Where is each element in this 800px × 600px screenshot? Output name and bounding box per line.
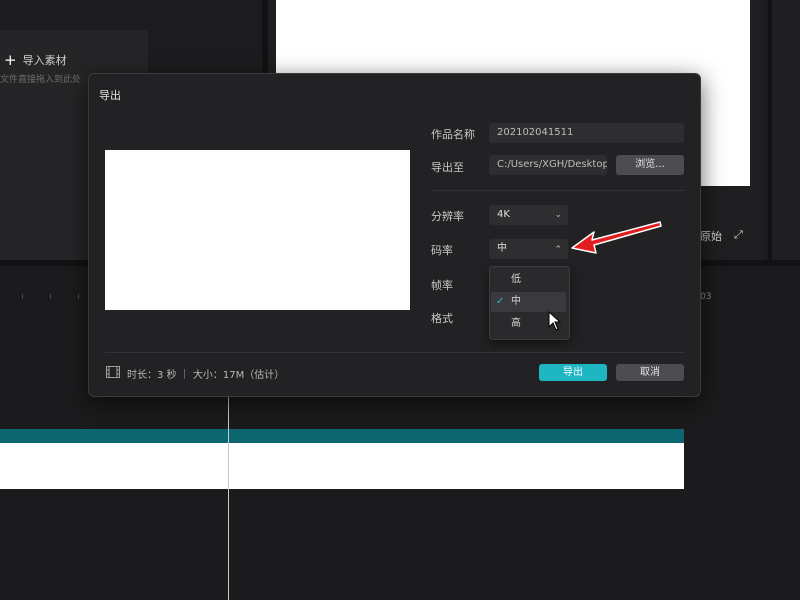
chevron-down-icon: ⌄ xyxy=(554,210,562,220)
annotation-arrow-icon xyxy=(571,221,662,254)
import-media-label: 导入素材 xyxy=(22,54,67,67)
fullscreen-icon[interactable]: ⤢ xyxy=(734,228,743,242)
name-label: 作品名称 xyxy=(431,128,475,141)
plus-icon: + xyxy=(4,50,17,69)
check-icon: ✓ xyxy=(496,296,505,307)
chevron-up-icon: ⌃ xyxy=(554,245,562,255)
cancel-button[interactable]: 取消 xyxy=(616,364,684,381)
film-icon xyxy=(106,366,120,378)
footer-divider xyxy=(105,352,685,353)
export-info: 时长：3 秒 ｜ 大小：17M（估计） xyxy=(127,370,285,381)
ratio-button[interactable]: 原始 xyxy=(700,228,722,244)
playhead[interactable] xyxy=(228,395,229,600)
bitrate-option-medium[interactable]: ✓ 中 xyxy=(491,292,566,312)
import-hint: 文件直接拖入到此处 xyxy=(0,75,82,85)
bitrate-label: 码率 xyxy=(431,244,453,257)
name-input[interactable]: 202102041511 xyxy=(489,123,684,143)
timeline-timecode: 03 xyxy=(700,292,712,302)
track-clip-header[interactable] xyxy=(0,429,684,443)
framerate-label: 帧率 xyxy=(431,279,453,292)
import-media-button[interactable]: + 导入素材 xyxy=(4,52,67,68)
option-label: 高 xyxy=(511,318,521,329)
bitrate-value: 中 xyxy=(497,243,507,254)
resolution-value: 4K xyxy=(497,209,510,220)
option-label: 中 xyxy=(511,296,521,307)
properties-panel xyxy=(768,0,800,260)
bitrate-select[interactable]: 中 ⌃ xyxy=(489,239,568,259)
dialog-title: 导出 xyxy=(99,89,121,102)
resolution-label: 分辨率 xyxy=(431,210,464,223)
track-clip[interactable] xyxy=(0,443,684,489)
bitrate-option-low[interactable]: 低 xyxy=(491,270,566,290)
export-button[interactable]: 导出 xyxy=(539,364,607,381)
export-preview xyxy=(105,150,410,310)
divider xyxy=(431,190,685,191)
option-label: 低 xyxy=(511,274,521,285)
format-label: 格式 xyxy=(431,312,453,325)
browse-button[interactable]: 浏览... xyxy=(616,155,684,175)
path-label: 导出至 xyxy=(431,161,464,174)
resolution-select[interactable]: 4K ⌄ xyxy=(489,205,568,225)
path-input[interactable]: C:/Users/XGH/Desktop xyxy=(489,155,607,175)
cursor-icon xyxy=(548,311,562,331)
